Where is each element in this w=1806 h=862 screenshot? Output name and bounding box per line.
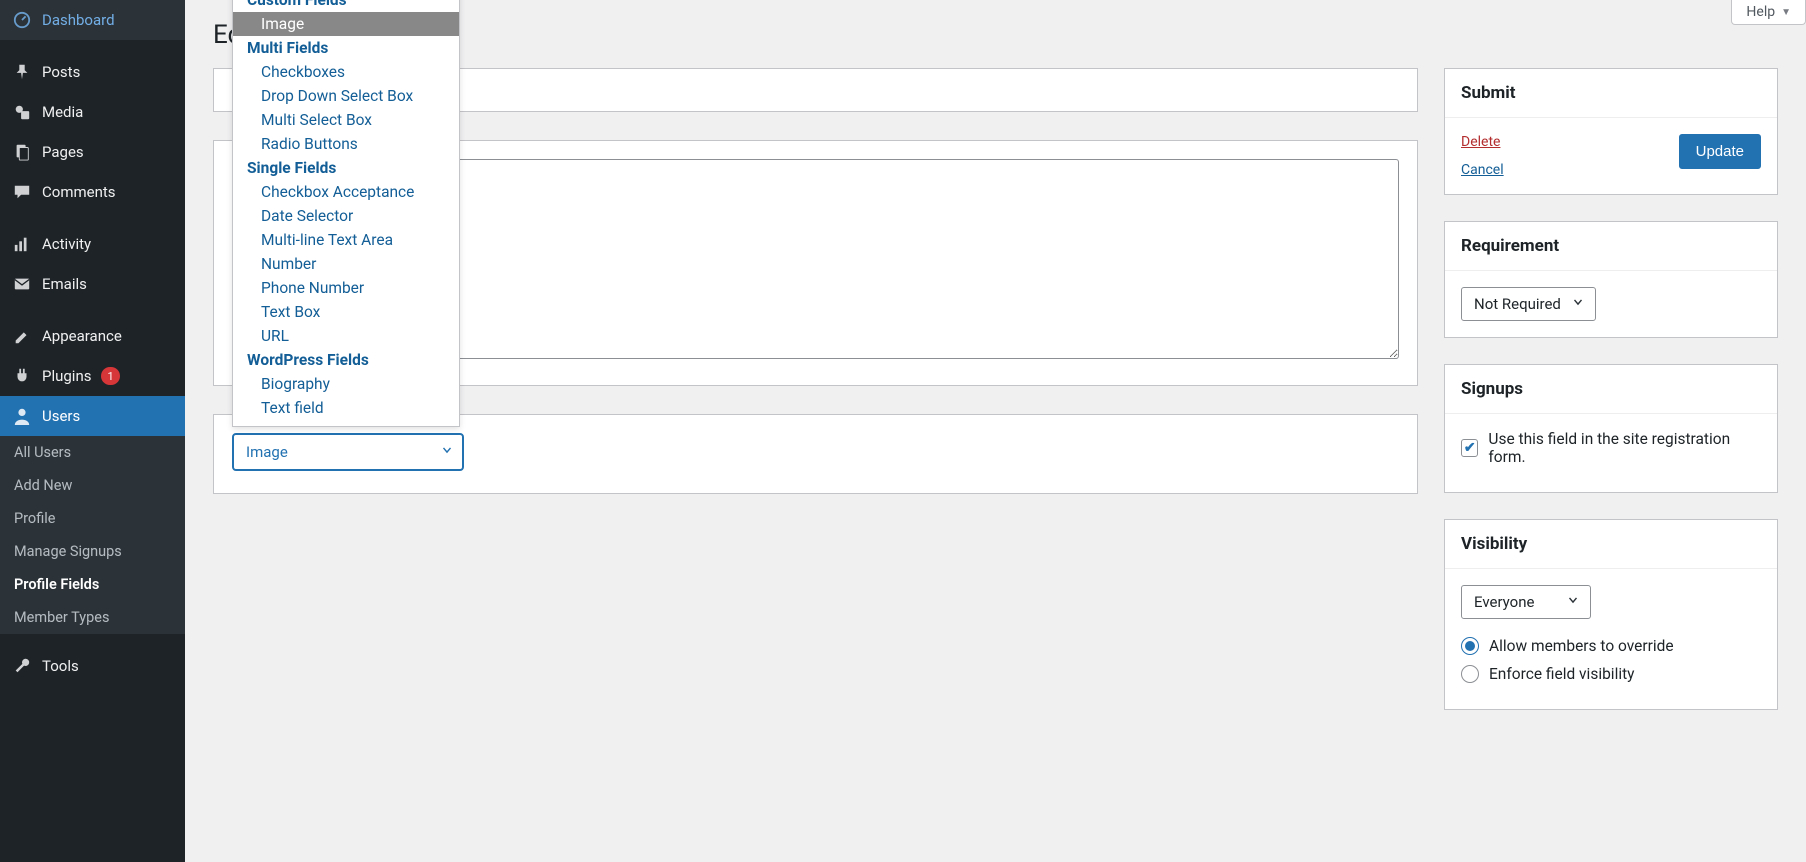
dropdown-option[interactable]: Text field	[233, 396, 459, 420]
chevron-down-icon	[1571, 295, 1585, 313]
sidebar-item-label: Media	[42, 103, 83, 121]
submit-box: Submit Delete Cancel Update	[1444, 68, 1778, 195]
box-title: Signups	[1445, 365, 1777, 414]
submenu-profile[interactable]: Profile	[0, 502, 185, 535]
appearance-icon	[12, 326, 32, 346]
settings-sidebar: Submit Delete Cancel Update Requirement	[1444, 68, 1778, 736]
dropdown-option[interactable]: Checkbox Acceptance	[233, 180, 459, 204]
admin-sidebar: Dashboard Posts Media Pages Comments Act…	[0, 0, 185, 862]
dropdown-option[interactable]: Image	[233, 12, 459, 36]
field-type-select[interactable]: Image	[232, 433, 464, 471]
checkbox-icon	[1461, 439, 1478, 457]
dropdown-option[interactable]: Phone Number	[233, 276, 459, 300]
update-button[interactable]: Update	[1679, 134, 1761, 169]
sidebar-item-label: Posts	[42, 63, 80, 81]
box-title: Submit	[1445, 69, 1777, 118]
sidebar-item-comments[interactable]: Comments	[0, 172, 185, 212]
signups-box: Signups Use this field in the site regis…	[1444, 364, 1778, 493]
dropdown-group-label: Custom Fields	[233, 0, 459, 12]
dropdown-option[interactable]: Date Selector	[233, 204, 459, 228]
signups-checkbox-row[interactable]: Use this field in the site registration …	[1461, 430, 1761, 466]
dropdown-option[interactable]: URL	[233, 324, 459, 348]
submenu-manage-signups[interactable]: Manage Signups	[0, 535, 185, 568]
radio-icon	[1461, 665, 1479, 683]
requirement-select[interactable]: Not Required	[1461, 287, 1596, 321]
sidebar-item-label: Tools	[42, 657, 79, 675]
visibility-select[interactable]: Everyone	[1461, 585, 1591, 619]
chevron-down-icon	[440, 443, 454, 461]
dropdown-option[interactable]: Drop Down Select Box	[233, 84, 459, 108]
field-type-dropdown[interactable]: Custom FieldsImageMulti FieldsCheckboxes…	[232, 0, 460, 427]
field-type-card: Custom FieldsImageMulti FieldsCheckboxes…	[213, 414, 1418, 494]
visibility-radio-enforce[interactable]: Enforce field visibility	[1461, 665, 1761, 683]
sidebar-item-label: Dashboard	[42, 11, 115, 29]
help-label: Help	[1746, 4, 1775, 20]
users-submenu: All Users Add New Profile Manage Signups…	[0, 436, 185, 634]
sidebar-item-tools[interactable]: Tools	[0, 646, 185, 686]
sidebar-item-label: Pages	[42, 143, 84, 161]
sidebar-item-activity[interactable]: Activity	[0, 224, 185, 264]
box-title: Visibility	[1445, 520, 1777, 569]
dropdown-group-label: Single Fields	[233, 156, 459, 180]
visibility-radio-override[interactable]: Allow members to override	[1461, 637, 1761, 655]
pages-icon	[12, 142, 32, 162]
sidebar-item-label: Appearance	[42, 327, 122, 345]
sidebar-item-label: Users	[42, 407, 80, 425]
main-content: Help ▼ Edit Field Custom FieldsImageMul	[185, 0, 1806, 862]
dropdown-option[interactable]: Radio Buttons	[233, 132, 459, 156]
radio-label: Allow members to override	[1489, 637, 1674, 655]
sidebar-item-label: Emails	[42, 275, 87, 293]
sidebar-item-appearance[interactable]: Appearance	[0, 316, 185, 356]
emails-icon	[12, 274, 32, 294]
sidebar-item-media[interactable]: Media	[0, 92, 185, 132]
radio-label: Enforce field visibility	[1489, 665, 1635, 683]
dropdown-option[interactable]: Biography	[233, 372, 459, 396]
dropdown-option[interactable]: Checkboxes	[233, 60, 459, 84]
plugins-icon	[12, 366, 32, 386]
comments-icon	[12, 182, 32, 202]
update-count-badge: 1	[101, 367, 119, 385]
tools-icon	[12, 656, 32, 676]
sidebar-item-pages[interactable]: Pages	[0, 132, 185, 172]
pin-icon	[12, 62, 32, 82]
cancel-link[interactable]: Cancel	[1461, 162, 1504, 178]
submenu-profile-fields[interactable]: Profile Fields	[0, 568, 185, 601]
help-tab[interactable]: Help ▼	[1731, 0, 1806, 25]
sidebar-item-label: Comments	[42, 183, 116, 201]
box-title: Requirement	[1445, 222, 1777, 271]
radio-icon	[1461, 637, 1479, 655]
media-icon	[12, 102, 32, 122]
sidebar-item-users[interactable]: Users	[0, 396, 185, 436]
dropdown-option[interactable]: Text Box	[233, 300, 459, 324]
dropdown-option[interactable]: Multi Select Box	[233, 108, 459, 132]
requirement-value: Not Required	[1474, 295, 1561, 313]
sidebar-item-posts[interactable]: Posts	[0, 52, 185, 92]
visibility-box: Visibility Everyone Allow members to ove…	[1444, 519, 1778, 710]
sidebar-item-label: Plugins	[42, 367, 91, 385]
dashboard-icon	[12, 10, 32, 30]
sidebar-item-emails[interactable]: Emails	[0, 264, 185, 304]
field-type-value: Image	[246, 443, 288, 461]
users-icon	[12, 406, 32, 426]
requirement-box: Requirement Not Required	[1444, 221, 1778, 338]
dropdown-group-label: Multi Fields	[233, 36, 459, 60]
chevron-down-icon: ▼	[1781, 7, 1791, 18]
sidebar-item-dashboard[interactable]: Dashboard	[0, 0, 185, 40]
dropdown-option[interactable]: Multi-line Text Area	[233, 228, 459, 252]
dropdown-option[interactable]: Number	[233, 252, 459, 276]
sidebar-item-label: Activity	[42, 235, 91, 253]
activity-icon	[12, 234, 32, 254]
submenu-member-types[interactable]: Member Types	[0, 601, 185, 634]
submenu-all-users[interactable]: All Users	[0, 436, 185, 469]
signups-checkbox-label: Use this field in the site registration …	[1488, 430, 1761, 466]
sidebar-item-plugins[interactable]: Plugins 1	[0, 356, 185, 396]
chevron-down-icon	[1566, 593, 1580, 611]
visibility-value: Everyone	[1474, 593, 1534, 611]
submenu-add-new[interactable]: Add New	[0, 469, 185, 502]
dropdown-group-label: WordPress Fields	[233, 348, 459, 372]
delete-link[interactable]: Delete	[1461, 134, 1504, 150]
